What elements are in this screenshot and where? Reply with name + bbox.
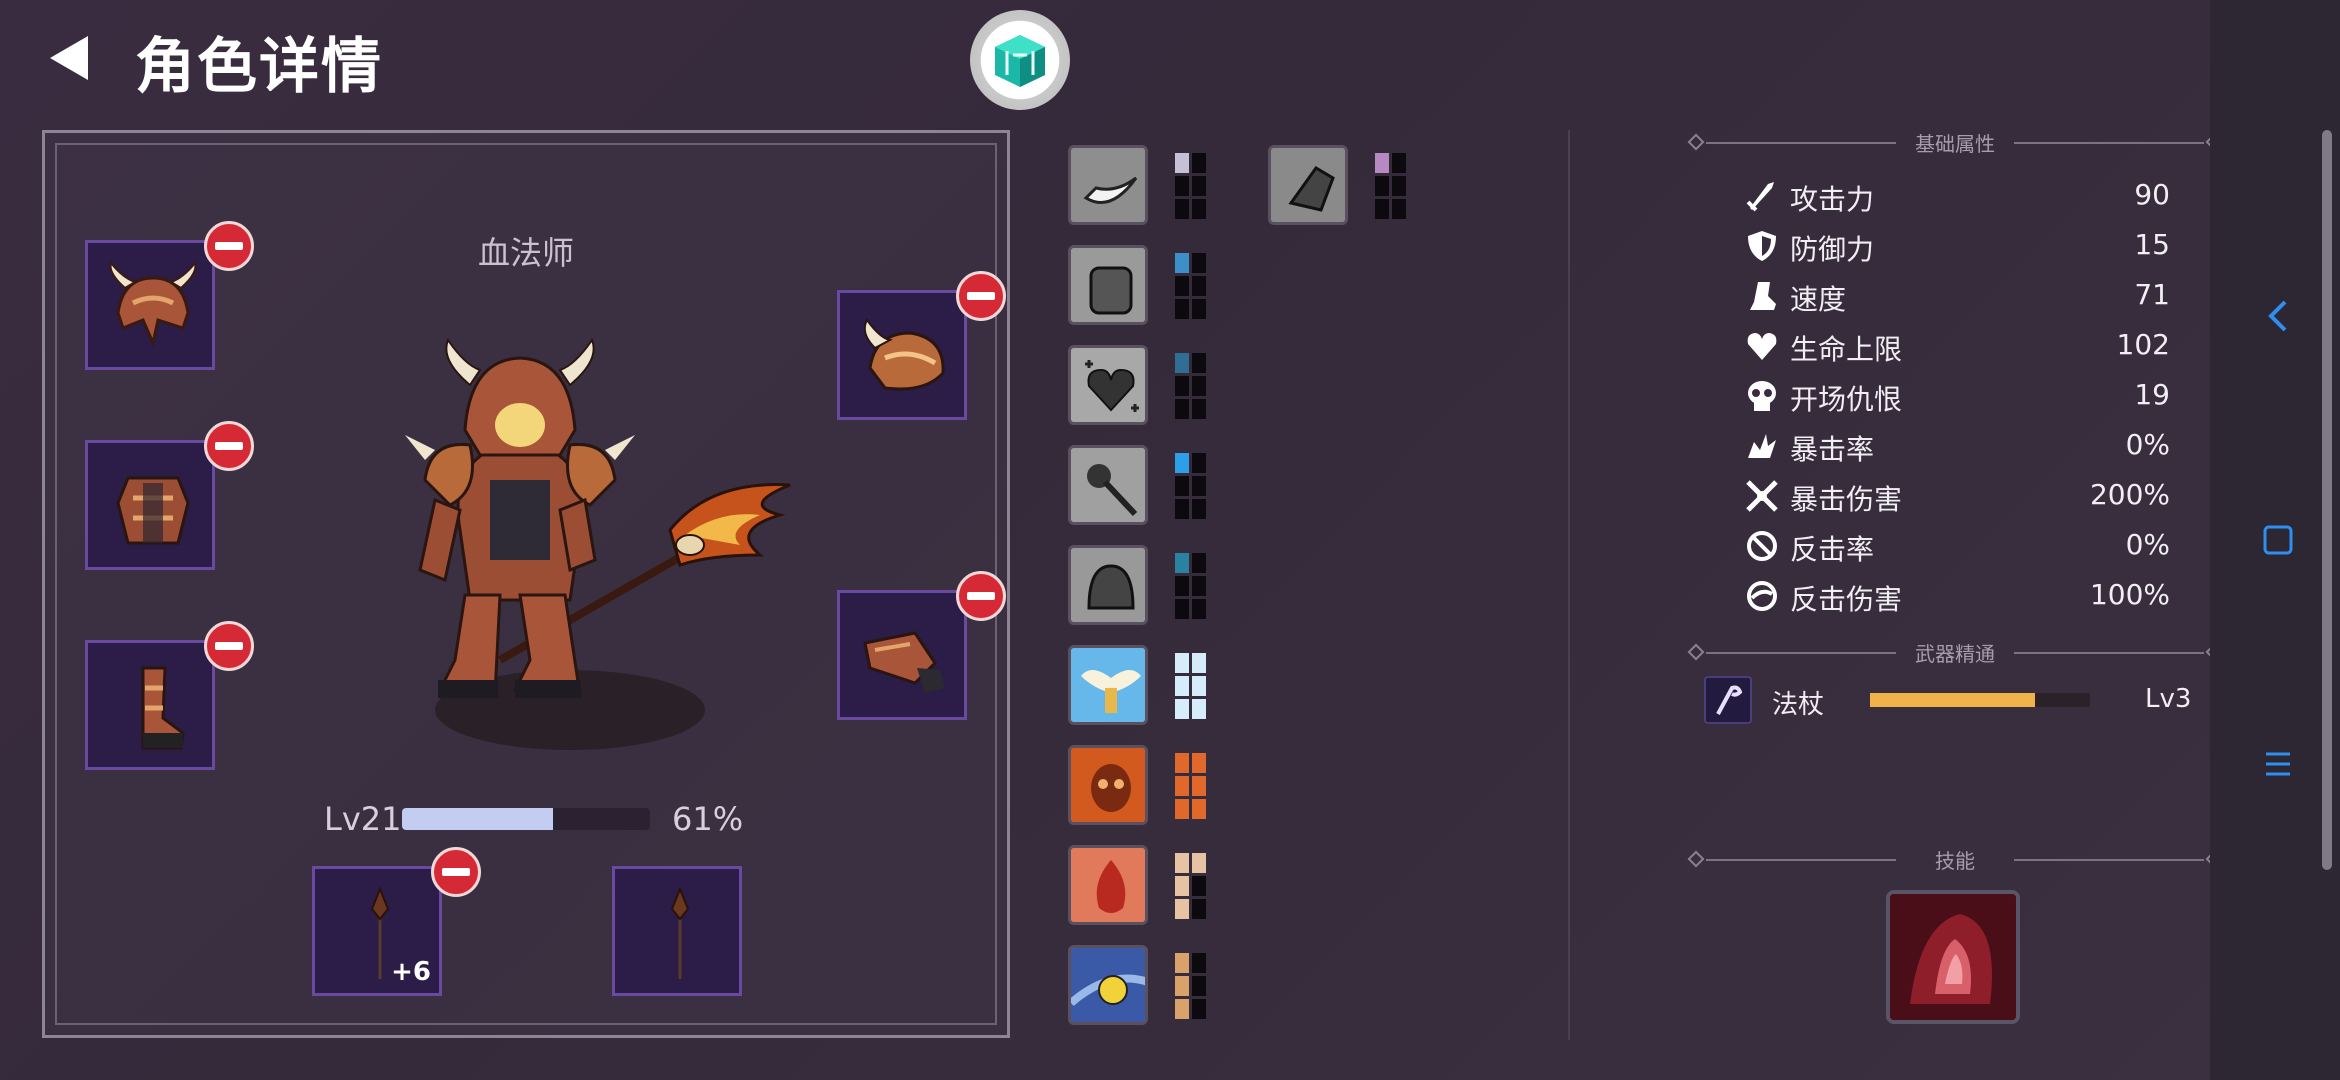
- mace-rune-icon: [1071, 448, 1145, 522]
- horn-rune-icon: [1071, 148, 1145, 222]
- stat-row-max-hp: 生命上限 102: [1740, 324, 2170, 368]
- skull-fire-rune-icon: [1071, 748, 1145, 822]
- skill-slot[interactable]: [1886, 890, 2020, 1024]
- shoulder-slot[interactable]: [837, 271, 1006, 420]
- heart-icon: [1747, 333, 1777, 360]
- cube-button[interactable]: [970, 10, 1070, 110]
- nav-back-button[interactable]: [2258, 296, 2298, 336]
- xp-bar: [402, 808, 650, 830]
- chest-armor-icon: [116, 476, 190, 545]
- nav-menu-button[interactable]: [2258, 744, 2298, 784]
- heart-rune-icon: [1071, 348, 1145, 422]
- character-portrait: [405, 337, 791, 750]
- remove-weapon-button[interactable]: [431, 847, 481, 897]
- blood-skill-icon: [1890, 894, 2016, 1020]
- boot-icon: [1750, 282, 1776, 310]
- weapon-plus-label: +6: [391, 957, 431, 987]
- rune-grid-3: [1175, 253, 1206, 319]
- rune-skull-fire[interactable]: [1068, 745, 1148, 825]
- stat-row-aggro: 开场仇恨 19: [1740, 374, 2170, 418]
- rune-grid-9: [1175, 853, 1206, 919]
- system-nav-bar: [2210, 0, 2340, 1080]
- shoulder-pad-icon: [863, 318, 945, 391]
- orb-rune-icon: [1071, 948, 1145, 1022]
- shield-icon: [1748, 231, 1776, 261]
- sword-icon: [1746, 182, 1774, 212]
- staff-mastery-icon: [1704, 676, 1752, 724]
- rune-grid-1: [1175, 153, 1206, 219]
- rune-heart[interactable]: [1068, 345, 1148, 425]
- back-arrow-icon: [50, 36, 88, 80]
- rune-grid-10: [1175, 953, 1206, 1019]
- rune-grid-7: [1175, 653, 1206, 719]
- back-button[interactable]: [40, 28, 100, 88]
- xp-percent: 61%: [672, 800, 744, 838]
- rune-grid-6: [1175, 553, 1206, 619]
- helmet-slot[interactable]: [85, 221, 254, 370]
- rune-grid-8: [1175, 753, 1206, 819]
- mastery-progress-fill: [1870, 693, 2035, 707]
- skills-header: 技能: [1687, 845, 2223, 875]
- rune-mace[interactable]: [1068, 445, 1148, 525]
- stat-row-defense: 防御力 15: [1740, 224, 2170, 268]
- remove-helmet-button[interactable]: [204, 221, 254, 271]
- rune-grid-4: [1175, 353, 1206, 419]
- fist-rune-icon: [1071, 248, 1145, 322]
- remove-armor-button[interactable]: [204, 421, 254, 471]
- square-icon: [2263, 525, 2293, 555]
- base-stats-header: 基础属性: [1687, 128, 2223, 158]
- cube-icon: [995, 35, 1045, 87]
- rune-wings[interactable]: [1068, 645, 1148, 725]
- menu-icon: [2266, 752, 2290, 776]
- flame-rune-icon: [1071, 848, 1145, 922]
- crit-icon: [1748, 434, 1776, 458]
- counter-damage-icon: [1747, 581, 1777, 611]
- boots-icon: [141, 666, 185, 750]
- scrollbar[interactable]: [2322, 130, 2332, 870]
- panel-divider: [1568, 130, 1570, 1040]
- remove-gloves-button[interactable]: [956, 571, 1006, 621]
- crit-damage-icon: [1746, 480, 1778, 512]
- rune-gauntlet[interactable]: [1268, 145, 1348, 225]
- level-label: Lv21: [324, 800, 402, 838]
- wings-rune-icon: [1071, 648, 1145, 722]
- remove-shoulder-button[interactable]: [956, 271, 1006, 321]
- rune-horn[interactable]: [1068, 145, 1148, 225]
- stat-row-crit-rate: 暴击率 0%: [1740, 424, 2170, 468]
- skull-icon: [1748, 381, 1776, 411]
- weapon-slot-main[interactable]: +6: [312, 847, 481, 996]
- chevron-left-icon: [2268, 300, 2287, 332]
- gloves-slot[interactable]: [837, 571, 1006, 720]
- stat-row-speed: 速度 71: [1740, 274, 2170, 318]
- boots-slot[interactable]: [85, 621, 254, 770]
- stat-row-crit-damage: 暴击伤害 200%: [1740, 474, 2170, 518]
- mastery-level: Lv3: [2145, 684, 2192, 714]
- rune-orb[interactable]: [1068, 945, 1148, 1025]
- header: 角色详情: [0, 0, 2210, 125]
- mastery-progress-bar: [1870, 693, 2090, 707]
- counter-icon: [1747, 531, 1777, 561]
- armor-slot[interactable]: [85, 421, 254, 570]
- stat-row-attack: 攻击力 90: [1740, 174, 2170, 218]
- stat-row-counter-rate: 反击率 0%: [1740, 524, 2170, 568]
- weapon-mastery-header: 武器精通: [1687, 638, 2223, 668]
- character-name: 血法师: [478, 234, 575, 272]
- rune-flame[interactable]: [1068, 845, 1148, 925]
- rune-grid-5: [1175, 453, 1206, 519]
- staff-icon: [670, 886, 690, 979]
- helmet-rune-icon: [1071, 548, 1145, 622]
- stat-row-counter-damage: 反击伤害 100%: [1740, 574, 2170, 618]
- xp-bar-fill: [402, 808, 554, 830]
- rune-helmet[interactable]: [1068, 545, 1148, 625]
- rune-grid-2: [1375, 153, 1406, 219]
- weapon-slot-secondary[interactable]: [612, 866, 742, 996]
- nav-home-button[interactable]: [2258, 520, 2298, 560]
- mastery-weapon-name: 法杖: [1772, 690, 1825, 720]
- rune-fist[interactable]: [1068, 245, 1148, 325]
- gauntlet-icon: [863, 631, 945, 693]
- helmet-icon: [109, 260, 197, 348]
- remove-boots-button[interactable]: [204, 621, 254, 671]
- page-title: 角色详情: [135, 32, 383, 102]
- gauntlet-rune-icon: [1271, 148, 1345, 222]
